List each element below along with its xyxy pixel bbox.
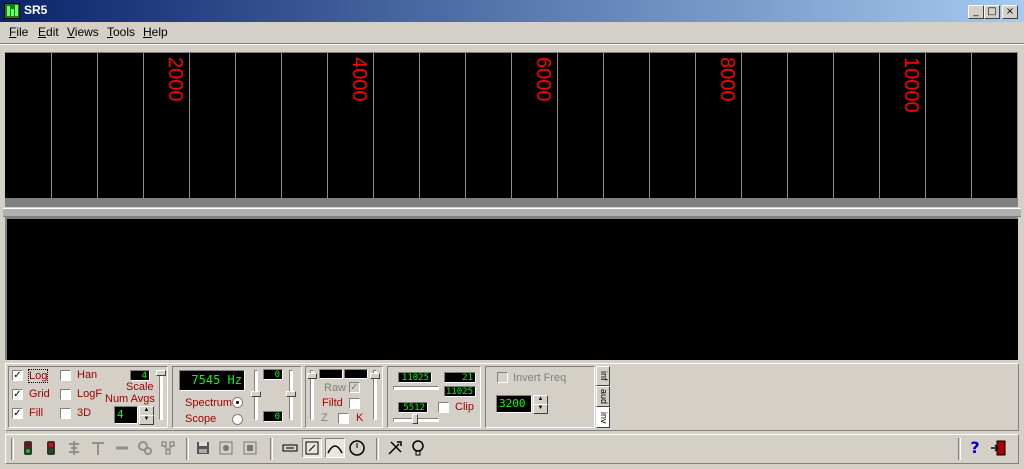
frequency-display: 7545 Hz [179,370,245,391]
level-slider-right-thumb[interactable] [286,391,296,397]
exit-icon[interactable] [988,438,1008,458]
tab-inf[interactable]: inf [596,366,610,386]
filtd-checkbox[interactable] [349,398,360,409]
filtd-label[interactable]: Filtd [322,397,343,409]
spectrum-display[interactable]: 2000 4000 6000 8000 10000 [5,52,1018,202]
menu-file[interactable]: File [9,25,28,39]
link-icon[interactable] [280,438,300,458]
freq-label-2000: 2000 [164,57,186,102]
sample-rate-top: 11025 [398,372,432,383]
help-icon[interactable]: ? [965,438,985,458]
splitter[interactable] [3,208,1021,217]
clip-label[interactable]: Clip [455,401,474,413]
invert-freq-checkbox[interactable] [497,372,508,383]
curve-icon[interactable] [325,438,345,458]
level-slider-left-thumb[interactable] [251,391,261,397]
raw-checkbox[interactable]: ✓ [349,382,360,393]
gears-icon[interactable] [135,438,155,458]
spectrum-mode-label[interactable]: Spectrum [185,397,232,409]
k-label[interactable]: K [356,412,363,424]
num-avgs-input[interactable]: 4 [114,406,138,424]
bulb-icon[interactable] [408,438,428,458]
grid-checkbox[interactable]: ✓ [12,389,23,400]
3d-label[interactable]: 3D [77,407,91,419]
align-icon[interactable] [64,438,84,458]
tab-inv[interactable]: inv [596,407,610,428]
spectrum-radio[interactable] [232,397,243,408]
clock-icon[interactable] [347,438,367,458]
save-icon[interactable] [193,438,213,458]
sample-rate-slider[interactable] [393,386,439,390]
filter-slider-right-thumb[interactable] [370,373,380,379]
menu-bar: File Edit Views Tools Help [0,22,1024,42]
num-avgs-label: Num Avgs [105,393,155,405]
record-icon[interactable] [216,438,236,458]
filter-slider-left-thumb[interactable] [307,373,317,379]
title-bar: SR5 _ □ × [0,0,1024,22]
sample-rate-low: 5512 [398,402,428,413]
menu-help[interactable]: Help [143,25,168,39]
freq-label-6000: 6000 [532,57,554,102]
logf-label[interactable]: LogF [77,388,102,400]
close-button[interactable]: × [1002,5,1018,19]
scale-label: Scale [126,381,154,393]
z-label[interactable]: Z [321,412,328,424]
freq-label-10000: 10000 [900,57,922,113]
spectrum-baseline [5,198,1018,207]
window-title: SR5 [24,3,48,17]
log-checkbox[interactable]: ✓ [12,370,23,381]
sample-rate-mid: 11025 [444,386,476,397]
zoom-box-icon[interactable] [302,438,322,458]
han-label[interactable]: Han [77,369,97,381]
text-tool-icon[interactable] [88,438,108,458]
invert-freq-input[interactable]: 3200 [496,395,532,413]
scale-slider-thumb[interactable] [156,370,166,376]
raw-label[interactable]: Raw [324,382,346,394]
clip-checkbox[interactable] [438,402,449,413]
han-checkbox[interactable] [60,370,71,381]
minimize-button[interactable]: _ [968,5,984,19]
network-icon[interactable] [158,438,178,458]
sample-small-value: 21 [444,372,476,383]
traffic-light-green-icon[interactable] [18,438,38,458]
freq-label-4000: 4000 [348,57,370,102]
level-top-display: 0 [263,369,283,380]
grid-label[interactable]: Grid [29,388,50,400]
invert-freq-label[interactable]: Invert Freq [513,372,566,384]
scope-mode-label[interactable]: Scope [185,413,216,425]
menu-tools[interactable]: Tools [107,25,135,39]
maximize-button[interactable]: □ [984,5,1000,19]
fill-label[interactable]: Fill [29,407,43,419]
traffic-light-red-icon[interactable] [41,438,61,458]
z-checkbox[interactable] [338,413,349,424]
scale-slider-track[interactable] [159,370,163,420]
app-icon [4,3,20,19]
clip-slider-thumb[interactable] [412,414,418,424]
scale-display: 4 [130,370,150,381]
filter-display-2 [344,369,368,379]
num-avgs-down[interactable]: ▼ [139,415,154,425]
dash-icon[interactable] [112,438,132,458]
filter-display-1 [319,369,343,379]
logf-checkbox[interactable] [60,389,71,400]
scope-radio[interactable] [232,414,243,425]
fill-checkbox[interactable]: ✓ [12,408,23,419]
3d-checkbox[interactable] [60,408,71,419]
stop-icon[interactable] [240,438,260,458]
log-label[interactable]: Log [28,369,49,383]
level-bottom-display: 0 [263,411,283,422]
tab-aud[interactable]: aud [596,386,610,407]
scope-display[interactable] [5,217,1018,360]
freq-label-8000: 8000 [716,57,738,102]
invert-freq-down[interactable]: ▼ [533,404,548,414]
tools-icon[interactable] [385,438,405,458]
menu-edit[interactable]: Edit [38,25,59,39]
menu-views[interactable]: Views [67,25,99,39]
